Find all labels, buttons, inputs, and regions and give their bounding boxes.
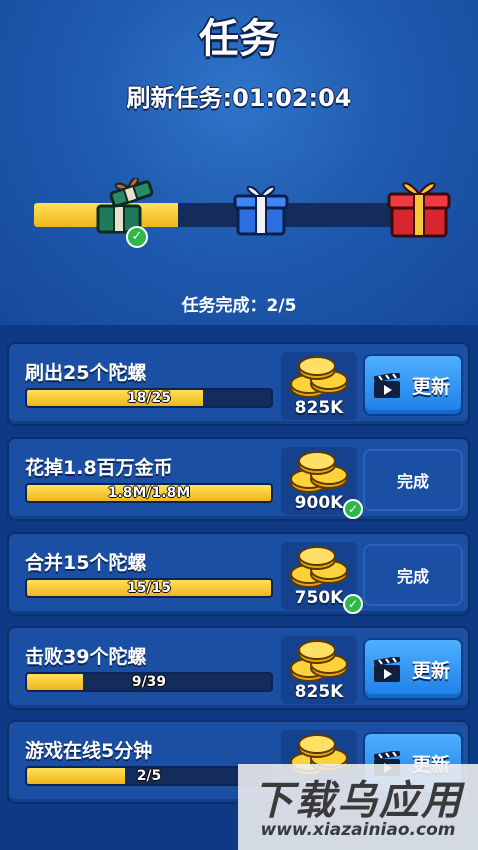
task-progress-bar: 2/5	[25, 766, 273, 786]
button-label: 完成	[396, 472, 429, 491]
task-card: 合并15个陀螺 15/15 750K ✓ 完成	[7, 532, 470, 616]
page-title: 任务	[199, 16, 279, 62]
reward-amount: 825K	[294, 398, 344, 418]
milestone-progress-bar	[34, 203, 424, 227]
task-progress-bar: 1.8M/1.8M	[25, 483, 273, 503]
task-reward: 825K	[281, 352, 357, 420]
task-complete-button: 完成	[363, 544, 463, 606]
header-panel: 任务 刷新任务:01:02:04 ✓ 任务完成：2/5	[0, 0, 478, 325]
green-gift-icon[interactable]	[94, 176, 156, 240]
reward-claimed-check-icon: ✓	[343, 499, 363, 519]
task-progress-text: 15/15	[126, 580, 172, 596]
task-title: 游戏在线5分钟	[25, 740, 153, 762]
task-progress-text: 1.8M/1.8M	[107, 485, 191, 501]
gift-claimed-check-icon: ✓	[126, 226, 148, 248]
button-label: 更新	[411, 659, 450, 682]
watermark-url: www.xiazainiao.com	[260, 820, 456, 840]
watermark: 下载乌应用 www.xiazainiao.com	[238, 764, 478, 850]
task-card: 击败39个陀螺 9/39 825K 更新	[7, 626, 470, 710]
task-progress-text: 18/25	[126, 390, 172, 406]
button-label: 更新	[411, 375, 450, 398]
refresh-label: 刷新任务:	[126, 84, 233, 112]
task-reward: 900K ✓	[281, 447, 363, 519]
task-progress-text: 9/39	[131, 674, 167, 690]
task-progress-bar: 18/25	[25, 388, 273, 408]
button-label: 完成	[396, 567, 429, 586]
task-title: 合并15个陀螺	[25, 552, 147, 574]
watermark-text: 下载乌应用	[253, 778, 463, 824]
refresh-timer: 刷新任务:01:02:04	[0, 78, 478, 113]
refresh-task-button[interactable]: 更新	[363, 354, 463, 416]
tasks-completed-count: 任务完成：2/5	[181, 296, 297, 316]
task-title: 花掉1.8百万金币	[25, 457, 173, 479]
task-card: 花掉1.8百万金币 1.8M/1.8M 900K ✓ 完成	[7, 437, 470, 521]
red-gift-icon[interactable]	[386, 176, 452, 244]
task-progress-text: 2/5	[136, 768, 162, 784]
task-reward: 750K ✓	[281, 542, 363, 614]
reward-amount: 825K	[294, 682, 344, 702]
task-progress-bar: 15/15	[25, 578, 273, 598]
blue-gift-icon[interactable]	[232, 180, 290, 242]
refresh-time: 01:02:04	[232, 84, 352, 112]
task-progress-bar: 9/39	[25, 672, 273, 692]
task-reward: 825K	[281, 636, 357, 704]
task-title: 击败39个陀螺	[25, 646, 147, 668]
task-card: 刷出25个陀螺 18/25 825K 更新	[7, 342, 470, 426]
task-complete-button: 完成	[363, 449, 463, 511]
task-title: 刷出25个陀螺	[25, 362, 147, 384]
reward-claimed-check-icon: ✓	[343, 594, 363, 614]
refresh-task-button[interactable]: 更新	[363, 638, 463, 700]
